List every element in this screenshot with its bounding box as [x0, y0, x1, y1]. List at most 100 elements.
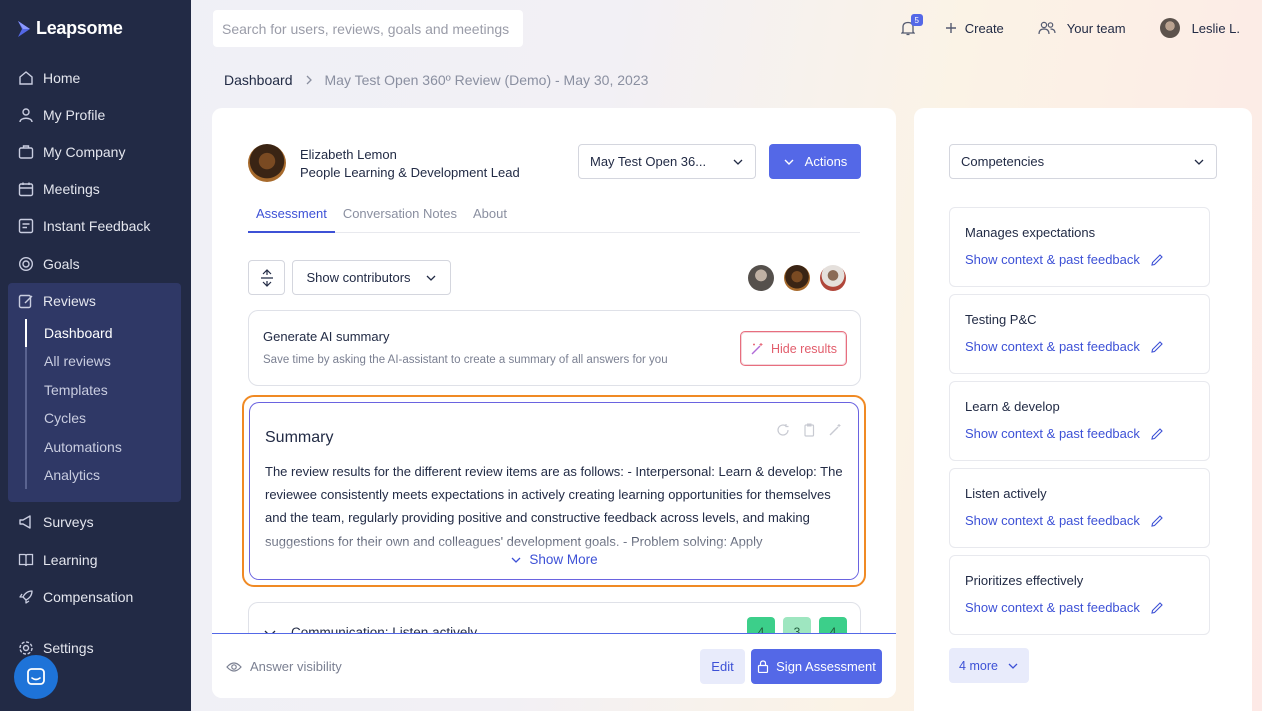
user-name: Leslie L.: [1191, 20, 1240, 36]
brand-name: Leapsome: [36, 18, 123, 38]
user-menu[interactable]: Leslie L.: [1159, 18, 1240, 38]
review-select[interactable]: May Test Open 36...: [578, 144, 756, 179]
breadcrumb-dashboard[interactable]: Dashboard: [224, 72, 293, 88]
show-context-link[interactable]: Show context & past feedback: [965, 600, 1164, 615]
refresh-icon[interactable]: [776, 423, 790, 437]
search-input[interactable]: [222, 20, 523, 37]
summary-title: Summary: [265, 429, 334, 446]
review-select-value: May Test Open 36...: [590, 154, 707, 169]
pencil-icon[interactable]: [1150, 340, 1164, 354]
ai-summary-subtitle: Save time by asking the AI-assistant to …: [263, 354, 668, 366]
sidebar-item-my-profile[interactable]: My Profile: [18, 105, 105, 125]
sidebar-item-learning[interactable]: Learning: [18, 550, 98, 570]
leapsome-logo-icon: [18, 20, 30, 37]
competency-card: Prioritizes effectively Show context & p…: [949, 555, 1210, 635]
show-more-button[interactable]: Show More: [250, 552, 858, 567]
tab-conversation-notes[interactable]: Conversation Notes: [335, 202, 465, 233]
sidebar-item-label: Settings: [43, 640, 94, 656]
breadcrumb: Dashboard May Test Open 360º Review (Dem…: [224, 72, 648, 88]
show-context-link[interactable]: Show context & past feedback: [965, 426, 1164, 441]
actions-label: Actions: [804, 154, 848, 169]
your-team-button[interactable]: Your team: [1038, 21, 1126, 36]
show-contributors-button[interactable]: Show contributors: [292, 260, 451, 295]
pencil-icon[interactable]: [1150, 514, 1164, 528]
competency-name: Listen actively: [965, 486, 1047, 501]
sign-assessment-button[interactable]: Sign Assessment: [751, 649, 882, 684]
competency-card: Manages expectations Show context & past…: [949, 207, 1210, 287]
competency-name: Learn & develop: [965, 399, 1060, 414]
expand-all-button[interactable]: [248, 260, 285, 295]
show-context-link[interactable]: Show context & past feedback: [965, 252, 1164, 267]
sidebar-reviews-group: Reviews Dashboard All reviews Templates …: [8, 283, 181, 502]
sidebar-item-home[interactable]: Home: [18, 68, 80, 88]
sidebar-item-instant-feedback[interactable]: Instant Feedback: [18, 216, 150, 236]
sidebar-item-label: My Company: [43, 144, 126, 160]
show-more-competencies-button[interactable]: 4 more: [949, 648, 1029, 683]
avatar[interactable]: [820, 265, 846, 291]
feedback-icon: [18, 218, 34, 234]
chat-button[interactable]: [14, 655, 58, 699]
more-label: 4 more: [959, 658, 998, 673]
create-label: Create: [964, 20, 1004, 36]
chevron-down-icon: [426, 275, 435, 281]
brand-logo[interactable]: Leapsome: [17, 18, 123, 39]
target-icon: [18, 256, 34, 272]
competency-name: Manages expectations: [965, 225, 1096, 240]
ai-summary-title: Generate AI summary: [263, 329, 390, 344]
reviewee-header: Elizabeth Lemon People Learning & Develo…: [248, 144, 520, 182]
notification-badge: 5: [910, 14, 923, 26]
competencies-panel: Competencies Manages expectations Show c…: [914, 108, 1252, 711]
subnav-automations[interactable]: Automations: [27, 433, 122, 461]
avatar[interactable]: [784, 265, 810, 291]
show-context-link[interactable]: Show context & past feedback: [965, 339, 1164, 354]
pencil-icon[interactable]: [1150, 427, 1164, 441]
hide-results-button[interactable]: Hide results: [740, 331, 847, 366]
competency-name: Prioritizes effectively: [965, 573, 1084, 588]
competency-name: Testing P&C: [965, 312, 1037, 327]
answer-visibility-button[interactable]: Answer visibility: [226, 659, 342, 674]
edit-icon: [18, 294, 33, 309]
subnav-analytics[interactable]: Analytics: [27, 461, 122, 489]
sidebar-item-goals[interactable]: Goals: [18, 254, 80, 274]
breadcrumb-current: May Test Open 360º Review (Demo) - May 3…: [324, 72, 649, 88]
summary-tools: [776, 423, 842, 437]
subnav-templates[interactable]: Templates: [27, 376, 122, 404]
rocket-icon: [19, 590, 33, 604]
create-button[interactable]: Create: [945, 21, 1004, 36]
edit-button[interactable]: Edit: [700, 649, 745, 684]
chevron-down-icon: [784, 159, 794, 165]
chevron-down-icon: [1008, 663, 1018, 669]
show-context-label: Show context & past feedback: [965, 426, 1140, 441]
copy-icon[interactable]: [802, 423, 816, 437]
team-icon: [1038, 21, 1056, 35]
sidebar-item-label: Goals: [43, 256, 80, 272]
show-context-link[interactable]: Show context & past feedback: [965, 513, 1164, 528]
magic-wand-icon[interactable]: [828, 423, 842, 437]
sidebar-item-meetings[interactable]: Meetings: [18, 179, 100, 199]
subnav-all-reviews[interactable]: All reviews: [27, 347, 122, 375]
avatar[interactable]: [748, 265, 774, 291]
search-box[interactable]: [213, 10, 523, 47]
summary-card: Summary The review results for the diffe…: [249, 402, 859, 580]
pencil-icon[interactable]: [1150, 601, 1164, 615]
ai-summary-box: Generate AI summary Save time by asking …: [248, 310, 861, 386]
pencil-icon[interactable]: [1150, 253, 1164, 267]
team-label: Your team: [1066, 20, 1126, 36]
sidebar-item-label: Instant Feedback: [43, 218, 151, 234]
sidebar-item-compensation[interactable]: Compensation: [18, 587, 133, 607]
sidebar-item-label: Home: [43, 70, 81, 86]
actions-button[interactable]: Actions: [769, 144, 861, 179]
tab-about[interactable]: About: [465, 202, 515, 233]
sidebar-item-surveys[interactable]: Surveys: [18, 512, 94, 532]
notifications-button[interactable]: 5: [900, 14, 923, 36]
show-context-label: Show context & past feedback: [965, 600, 1140, 615]
subnav-dashboard[interactable]: Dashboard: [25, 319, 122, 348]
chevron-down-icon: [511, 557, 521, 563]
eye-icon: [226, 661, 242, 672]
sidebar-item-my-company[interactable]: My Company: [18, 142, 125, 162]
tab-assessment[interactable]: Assessment: [248, 202, 335, 233]
competencies-select[interactable]: Competencies: [949, 144, 1217, 179]
sidebar-item-reviews[interactable]: Reviews: [18, 293, 96, 309]
subnav-cycles[interactable]: Cycles: [27, 404, 122, 432]
magic-wand-icon: [751, 342, 763, 354]
